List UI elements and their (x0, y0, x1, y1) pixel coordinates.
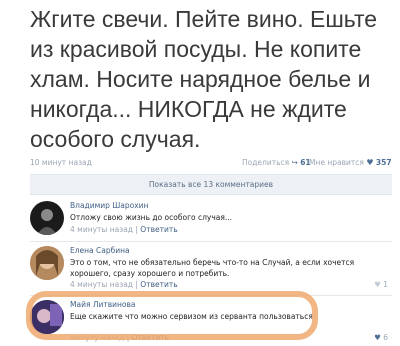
highlight-outline (26, 291, 318, 340)
heart-icon: ♥ (374, 333, 381, 342)
show-all-comments-button[interactable]: Показать все 13 комментариев (30, 174, 392, 195)
share-label: Поделиться (242, 158, 290, 167)
like-label: Мне нравится (309, 158, 364, 167)
avatar[interactable] (30, 246, 64, 280)
divider (30, 241, 392, 242)
heart-icon: ♥ (366, 158, 374, 167)
comment-time[interactable]: 4 минуты назад (70, 280, 133, 289)
comment-author[interactable]: Владимир Шарохин (70, 201, 148, 210)
post-text: Жгите свечи. Пейте вино. Ешьте из красив… (30, 6, 378, 152)
reply-button[interactable]: Ответить (140, 280, 177, 289)
like-count: 357 (375, 158, 392, 167)
comment-like-button[interactable]: ♥ 1 (374, 280, 388, 289)
heart-icon: ♥ (374, 280, 381, 289)
comment-author[interactable]: Елена Сарбина (70, 246, 130, 255)
reply-button[interactable]: Ответить (140, 225, 177, 234)
comment-text: Отложу свою жизнь до особого случая... (70, 213, 233, 222)
like-button[interactable]: Мне нравится ♥ 357 (309, 158, 392, 167)
share-icon: ↪ (291, 158, 298, 167)
comment-text: Это о том, что не обязательно беречь что… (70, 258, 355, 278)
comment-like-button[interactable]: ♥ 6 (374, 333, 388, 342)
comment-item: Владимир Шарохин Отложу свою жизнь до ос… (30, 201, 392, 237)
comment-meta: 4 минуты назад | Ответить (70, 280, 178, 289)
avatar-image (37, 209, 57, 235)
post-time[interactable]: 10 минут назад (30, 158, 92, 167)
comment-item: Елена Сарбина Это о том, что не обязател… (30, 246, 392, 290)
avatar[interactable] (30, 201, 64, 235)
comment-like-count: 1 (383, 280, 388, 289)
comment-like-count: 6 (383, 333, 388, 342)
avatar-image (30, 246, 64, 280)
comment-time[interactable]: 4 минуты назад (70, 225, 133, 234)
share-button[interactable]: Поделиться ↪ 61 (242, 158, 311, 167)
comment-meta: 4 минуты назад | Ответить (70, 225, 178, 234)
